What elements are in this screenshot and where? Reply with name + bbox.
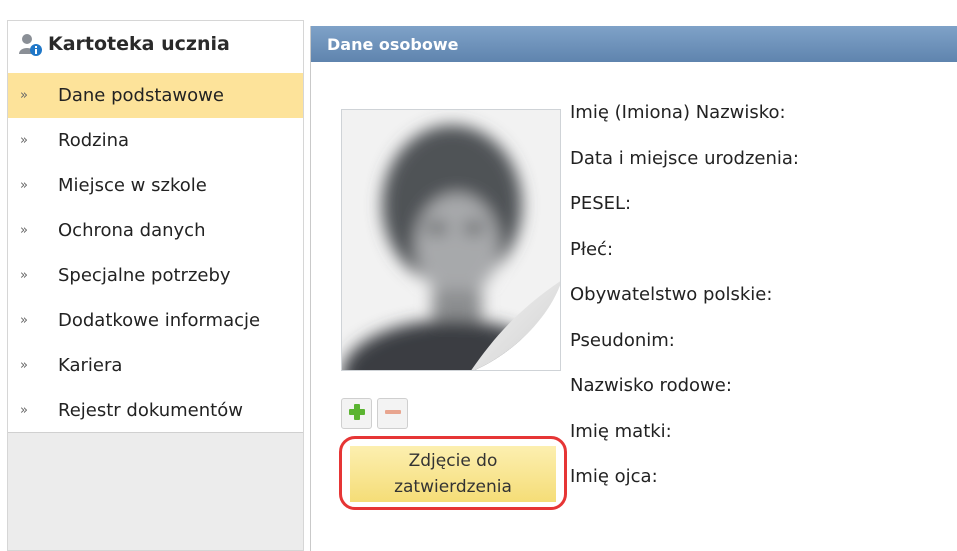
sidebar-item-label: Rejestr dokumentów xyxy=(58,400,243,421)
sidebar-item-label: Dane podstawowe xyxy=(58,85,224,106)
chevron-right-icon: » xyxy=(20,178,28,193)
student-photo xyxy=(341,109,561,371)
chevron-right-icon: » xyxy=(20,313,28,328)
field-full-name: Imię (Imiona) Nazwisko: xyxy=(570,102,786,124)
sidebar-item-label: Dodatkowe informacje xyxy=(58,310,261,331)
photo-status-line1: Zdjęcie do xyxy=(408,451,498,471)
sidebar-item-label: Miejsce w szkole xyxy=(58,175,207,196)
panel-header: Dane osobowe xyxy=(311,26,957,62)
field-father-name: Imię ojca: xyxy=(570,466,658,488)
sidebar-item-dane-podstawowe[interactable]: » Dane podstawowe xyxy=(8,73,303,118)
chevron-right-icon: » xyxy=(20,358,28,373)
sidebar-item-label: Specjalne potrzeby xyxy=(58,265,231,286)
add-photo-button[interactable] xyxy=(341,398,372,429)
remove-photo-button[interactable] xyxy=(377,398,408,429)
person-info-icon xyxy=(18,32,42,56)
sidebar-item-kariera[interactable]: » Kariera xyxy=(8,343,303,388)
sidebar-item-dodatkowe-informacje[interactable]: » Dodatkowe informacje xyxy=(8,298,303,343)
sidebar-header: Kartoteka ucznia xyxy=(18,29,230,59)
sidebar-item-specjalne-potrzeby[interactable]: » Specjalne potrzeby xyxy=(8,253,303,298)
field-birth-date-place: Data i miejsce urodzenia: xyxy=(570,147,799,169)
personal-data-panel: Dane osobowe Zdjęcie do zatwierdzenia Im… xyxy=(310,26,957,551)
photo-status-line2: zatwierdzenia xyxy=(394,477,512,497)
chevron-right-icon: » xyxy=(20,268,28,283)
chevron-right-icon: » xyxy=(20,223,28,238)
field-nickname: Pseudonim: xyxy=(570,329,675,351)
chevron-right-icon: » xyxy=(20,88,28,103)
panel-title: Dane osobowe xyxy=(327,34,459,54)
sidebar-item-ochrona-danych[interactable]: » Ochrona danych xyxy=(8,208,303,253)
chevron-right-icon: » xyxy=(20,403,28,418)
sidebar-item-label: Rodzina xyxy=(58,130,130,151)
field-citizenship: Obywatelstwo polskie: xyxy=(570,284,773,306)
sidebar-item-rejestr-dokumentow[interactable]: » Rejestr dokumentów xyxy=(8,388,303,433)
photo-status-highlight: Zdjęcie do zatwierdzenia xyxy=(339,436,567,510)
plus-icon xyxy=(348,403,366,425)
sidebar-nav: » Dane podstawowe » Rodzina » Miejsce w … xyxy=(8,73,303,433)
sidebar-item-rodzina[interactable]: » Rodzina xyxy=(8,118,303,163)
minus-icon xyxy=(384,403,402,425)
field-pesel: PESEL: xyxy=(570,193,632,215)
photo-pending-approval-label: Zdjęcie do zatwierdzenia xyxy=(350,446,556,502)
sidebar-title: Kartoteka ucznia xyxy=(48,33,230,55)
field-gender: Płeć: xyxy=(570,238,614,260)
sidebar: Kartoteka ucznia » Dane podstawowe » Rod… xyxy=(7,20,304,551)
personal-data-fields: Imię (Imiona) Nazwisko: Data i miejsce u… xyxy=(570,90,799,500)
field-mother-name: Imię matki: xyxy=(570,420,672,442)
chevron-right-icon: » xyxy=(20,133,28,148)
field-maiden-name: Nazwisko rodowe: xyxy=(570,375,732,397)
sidebar-item-label: Ochrona danych xyxy=(58,220,206,241)
photo-placeholder-image xyxy=(342,110,560,370)
sidebar-item-miejsce-w-szkole[interactable]: » Miejsce w szkole xyxy=(8,163,303,208)
sidebar-item-label: Kariera xyxy=(58,355,123,376)
sidebar-menu: Kartoteka ucznia » Dane podstawowe » Rod… xyxy=(8,21,303,433)
